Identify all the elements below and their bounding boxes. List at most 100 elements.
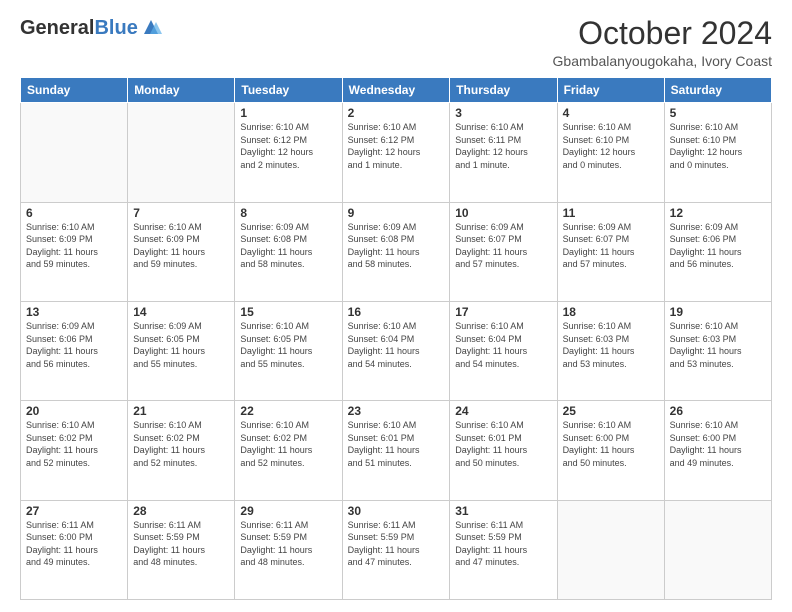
day-number: 19 (670, 305, 766, 319)
calendar-week-row: 6 Sunrise: 6:10 AMSunset: 6:09 PMDaylight… (21, 202, 772, 301)
day-number: 25 (563, 404, 659, 418)
calendar-cell: 22Sunrise: 6:10 AMSunset: 6:02 PMDayligh… (235, 401, 342, 500)
calendar-cell: 9Sunrise: 6:09 AMSunset: 6:08 PMDaylight… (342, 202, 450, 301)
page: GeneralBlue October 2024 Gbambalanyougok… (0, 0, 792, 612)
col-header-saturday: Saturday (664, 78, 771, 103)
day-info: Sunrise: 6:10 AMSunset: 6:00 PMDaylight:… (670, 419, 766, 469)
day-number: 26 (670, 404, 766, 418)
calendar-cell: 18Sunrise: 6:10 AMSunset: 6:03 PMDayligh… (557, 301, 664, 400)
day-number: 15 (240, 305, 336, 319)
calendar-cell: 3Sunrise: 6:10 AMSunset: 6:11 PMDaylight… (450, 103, 557, 202)
day-number: 16 (348, 305, 445, 319)
day-info: Sunrise: 6:09 AMSunset: 6:07 PMDaylight:… (455, 221, 551, 271)
calendar-cell: 23Sunrise: 6:10 AMSunset: 6:01 PMDayligh… (342, 401, 450, 500)
calendar-cell: 30Sunrise: 6:11 AMSunset: 5:59 PMDayligh… (342, 500, 450, 599)
calendar-cell: 16Sunrise: 6:10 AMSunset: 6:04 PMDayligh… (342, 301, 450, 400)
calendar-cell: 14Sunrise: 6:09 AMSunset: 6:05 PMDayligh… (128, 301, 235, 400)
logo-icon (140, 16, 162, 34)
calendar-cell: 15Sunrise: 6:10 AMSunset: 6:05 PMDayligh… (235, 301, 342, 400)
day-number: 1 (240, 106, 336, 120)
day-info: Sunrise: 6:10 AMSunset: 6:04 PMDaylight:… (455, 320, 551, 370)
col-header-wednesday: Wednesday (342, 78, 450, 103)
calendar-cell: 25Sunrise: 6:10 AMSunset: 6:00 PMDayligh… (557, 401, 664, 500)
calendar-header-row: SundayMondayTuesdayWednesdayThursdayFrid… (21, 78, 772, 103)
day-number: 5 (670, 106, 766, 120)
calendar-week-row: 1Sunrise: 6:10 AMSunset: 6:12 PMDaylight… (21, 103, 772, 202)
day-info: Sunrise: 6:10 AMSunset: 6:11 PMDaylight:… (455, 121, 551, 171)
col-header-monday: Monday (128, 78, 235, 103)
calendar-cell (128, 103, 235, 202)
day-info: Sunrise: 6:11 AMSunset: 5:59 PMDaylight:… (133, 519, 229, 569)
day-info: Sunrise: 6:10 AMSunset: 6:10 PMDaylight:… (670, 121, 766, 171)
day-info: Sunrise: 6:10 AMSunset: 6:05 PMDaylight:… (240, 320, 336, 370)
col-header-tuesday: Tuesday (235, 78, 342, 103)
day-info: Sunrise: 6:11 AMSunset: 5:59 PMDaylight:… (455, 519, 551, 569)
day-info: Sunrise: 6:09 AMSunset: 6:08 PMDaylight:… (240, 221, 336, 271)
day-number: 4 (563, 106, 659, 120)
calendar-cell: 4Sunrise: 6:10 AMSunset: 6:10 PMDaylight… (557, 103, 664, 202)
calendar-week-row: 27Sunrise: 6:11 AMSunset: 6:00 PMDayligh… (21, 500, 772, 599)
calendar-cell: 29Sunrise: 6:11 AMSunset: 5:59 PMDayligh… (235, 500, 342, 599)
calendar-cell: 8Sunrise: 6:09 AMSunset: 6:08 PMDaylight… (235, 202, 342, 301)
col-header-friday: Friday (557, 78, 664, 103)
day-info: Sunrise: 6:10 AMSunset: 6:02 PMDaylight:… (26, 419, 122, 469)
day-number: 30 (348, 504, 445, 518)
day-info: Sunrise: 6:09 AMSunset: 6:05 PMDaylight:… (133, 320, 229, 370)
calendar-cell: 21Sunrise: 6:10 AMSunset: 6:02 PMDayligh… (128, 401, 235, 500)
calendar-cell: 20Sunrise: 6:10 AMSunset: 6:02 PMDayligh… (21, 401, 128, 500)
calendar-cell: 17Sunrise: 6:10 AMSunset: 6:04 PMDayligh… (450, 301, 557, 400)
calendar-cell: 11Sunrise: 6:09 AMSunset: 6:07 PMDayligh… (557, 202, 664, 301)
calendar-cell: 28Sunrise: 6:11 AMSunset: 5:59 PMDayligh… (128, 500, 235, 599)
day-info: Sunrise: 6:10 AMSunset: 6:00 PMDaylight:… (563, 419, 659, 469)
day-info: Sunrise: 6:09 AMSunset: 6:08 PMDaylight:… (348, 221, 445, 271)
calendar-cell: 19Sunrise: 6:10 AMSunset: 6:03 PMDayligh… (664, 301, 771, 400)
day-info: Sunrise: 6:10 AMSunset: 6:01 PMDaylight:… (348, 419, 445, 469)
day-info: Sunrise: 6:10 AMSunset: 6:04 PMDaylight:… (348, 320, 445, 370)
calendar-week-row: 20Sunrise: 6:10 AMSunset: 6:02 PMDayligh… (21, 401, 772, 500)
calendar-cell: 27Sunrise: 6:11 AMSunset: 6:00 PMDayligh… (21, 500, 128, 599)
day-number: 10 (455, 206, 551, 220)
day-number: 11 (563, 206, 659, 220)
day-info: Sunrise: 6:10 AMSunset: 6:02 PMDaylight:… (133, 419, 229, 469)
calendar-cell: 31Sunrise: 6:11 AMSunset: 5:59 PMDayligh… (450, 500, 557, 599)
day-number: 6 (26, 206, 122, 220)
calendar-cell: 6Sunrise: 6:10 AMSunset: 6:09 PMDaylight… (21, 202, 128, 301)
day-number: 29 (240, 504, 336, 518)
calendar-cell: 7Sunrise: 6:10 AMSunset: 6:09 PMDaylight… (128, 202, 235, 301)
calendar-cell (557, 500, 664, 599)
location: Gbambalanyougokaha, Ivory Coast (553, 53, 772, 69)
calendar-cell (21, 103, 128, 202)
calendar-table: SundayMondayTuesdayWednesdayThursdayFrid… (20, 77, 772, 600)
day-number: 8 (240, 206, 336, 220)
day-info: Sunrise: 6:10 AMSunset: 6:12 PMDaylight:… (348, 121, 445, 171)
day-info: Sunrise: 6:10 AMSunset: 6:10 PMDaylight:… (563, 121, 659, 171)
day-number: 7 (133, 206, 229, 220)
calendar-week-row: 13Sunrise: 6:09 AMSunset: 6:06 PMDayligh… (21, 301, 772, 400)
day-number: 2 (348, 106, 445, 120)
calendar-cell: 24Sunrise: 6:10 AMSunset: 6:01 PMDayligh… (450, 401, 557, 500)
day-number: 24 (455, 404, 551, 418)
calendar-cell: 12Sunrise: 6:09 AMSunset: 6:06 PMDayligh… (664, 202, 771, 301)
calendar-cell: 2Sunrise: 6:10 AMSunset: 6:12 PMDaylight… (342, 103, 450, 202)
calendar-cell: 5Sunrise: 6:10 AMSunset: 6:10 PMDaylight… (664, 103, 771, 202)
day-info: Sunrise: 6:09 AMSunset: 6:06 PMDaylight:… (26, 320, 122, 370)
day-number: 28 (133, 504, 229, 518)
day-info: Sunrise: 6:10 AMSunset: 6:12 PMDaylight:… (240, 121, 336, 171)
day-number: 18 (563, 305, 659, 319)
day-info: Sunrise: 6:10 AMSunset: 6:03 PMDaylight:… (563, 320, 659, 370)
day-number: 9 (348, 206, 445, 220)
day-info: Sunrise: 6:11 AMSunset: 5:59 PMDaylight:… (240, 519, 336, 569)
day-number: 22 (240, 404, 336, 418)
calendar-cell: 13Sunrise: 6:09 AMSunset: 6:06 PMDayligh… (21, 301, 128, 400)
day-info: Sunrise: 6:10 AMSunset: 6:03 PMDaylight:… (670, 320, 766, 370)
day-number: 12 (670, 206, 766, 220)
day-number: 13 (26, 305, 122, 319)
day-info: Sunrise: 6:11 AMSunset: 5:59 PMDaylight:… (348, 519, 445, 569)
col-header-sunday: Sunday (21, 78, 128, 103)
header: GeneralBlue October 2024 Gbambalanyougok… (20, 16, 772, 69)
calendar-cell: 1Sunrise: 6:10 AMSunset: 6:12 PMDaylight… (235, 103, 342, 202)
logo: GeneralBlue (20, 16, 162, 40)
day-info: Sunrise: 6:10 AMSunset: 6:02 PMDaylight:… (240, 419, 336, 469)
day-number: 27 (26, 504, 122, 518)
day-info: Sunrise: 6:10 AMSunset: 6:09 PMDaylight:… (133, 221, 229, 271)
